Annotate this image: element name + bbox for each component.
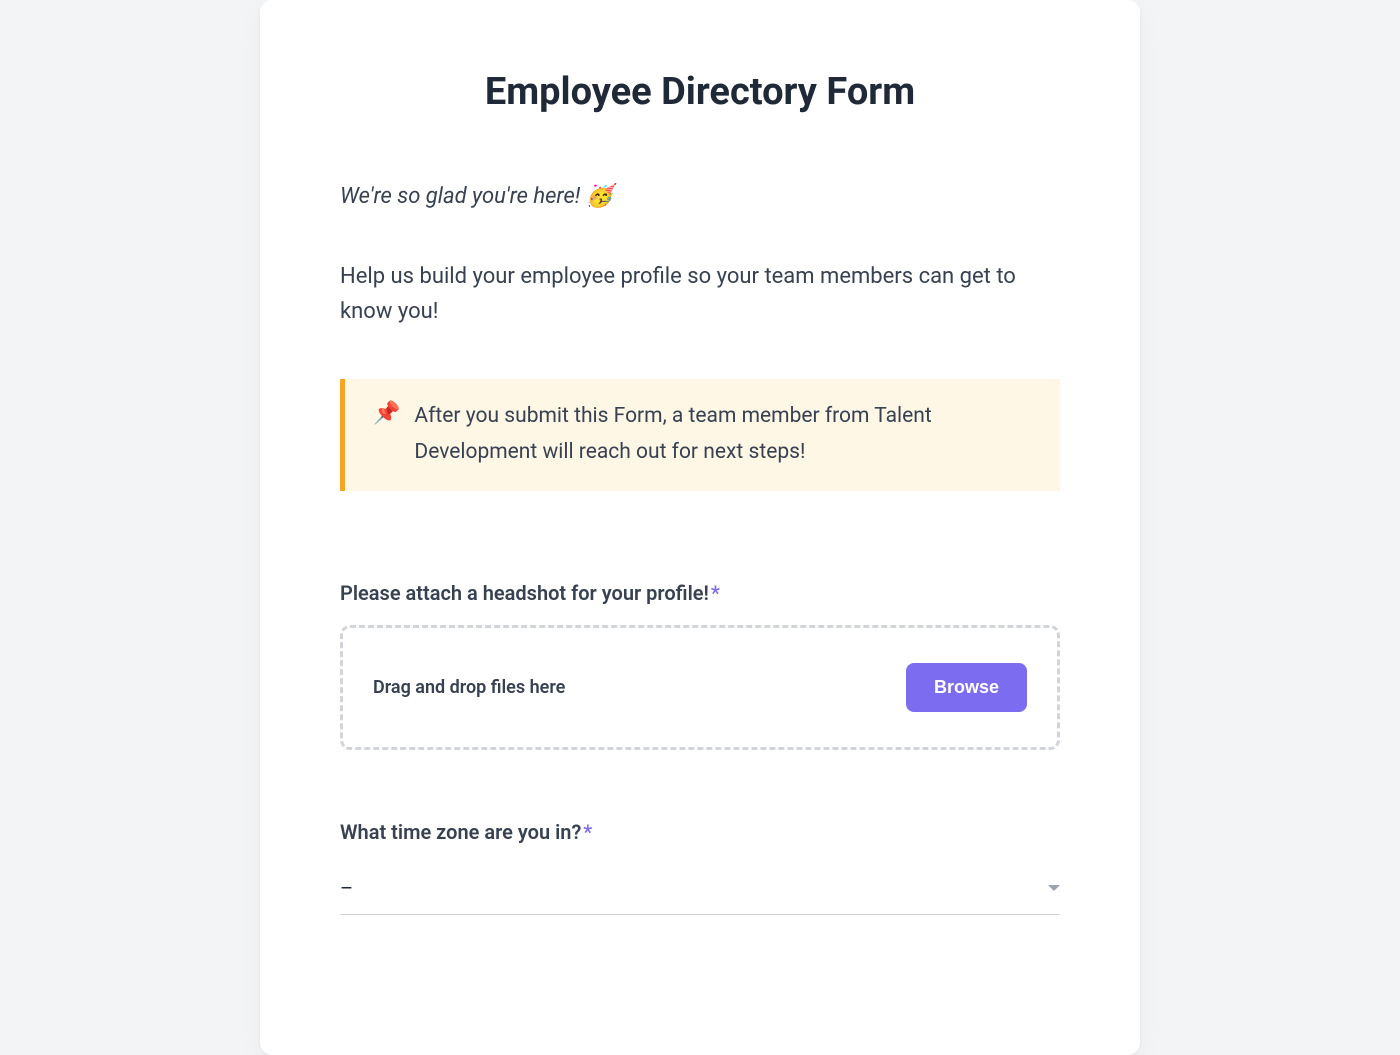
required-asterisk: * [711,581,720,605]
timezone-selected-value: – [340,876,353,900]
chevron-down-icon [1048,885,1060,891]
timezone-field: What time zone are you in?* – [340,820,1060,915]
headshot-label: Please attach a headshot for your profil… [340,581,1060,605]
browse-button[interactable]: Browse [906,663,1027,712]
intro-text: Help us build your employee profile so y… [340,259,1060,329]
pushpin-icon: 📌 [373,399,400,430]
callout-text: After you submit this Form, a team membe… [414,399,1032,470]
headshot-label-text: Please attach a headshot for your profil… [340,581,709,605]
required-asterisk: * [583,820,592,844]
info-callout: 📌 After you submit this Form, a team mem… [340,379,1060,490]
page-background: Employee Directory Form We're so glad yo… [0,0,1400,1055]
timezone-label-text: What time zone are you in? [340,820,581,844]
form-title: Employee Directory Form [340,70,1060,114]
timezone-label: What time zone are you in?* [340,820,1060,844]
timezone-select[interactable]: – [340,864,1060,915]
file-dropzone[interactable]: Drag and drop files here Browse [340,625,1060,750]
form-card: Employee Directory Form We're so glad yo… [260,0,1140,1055]
intro-greeting: We're so glad you're here! 🥳 [340,184,1060,209]
dropzone-text: Drag and drop files here [373,677,565,698]
headshot-field: Please attach a headshot for your profil… [340,581,1060,750]
